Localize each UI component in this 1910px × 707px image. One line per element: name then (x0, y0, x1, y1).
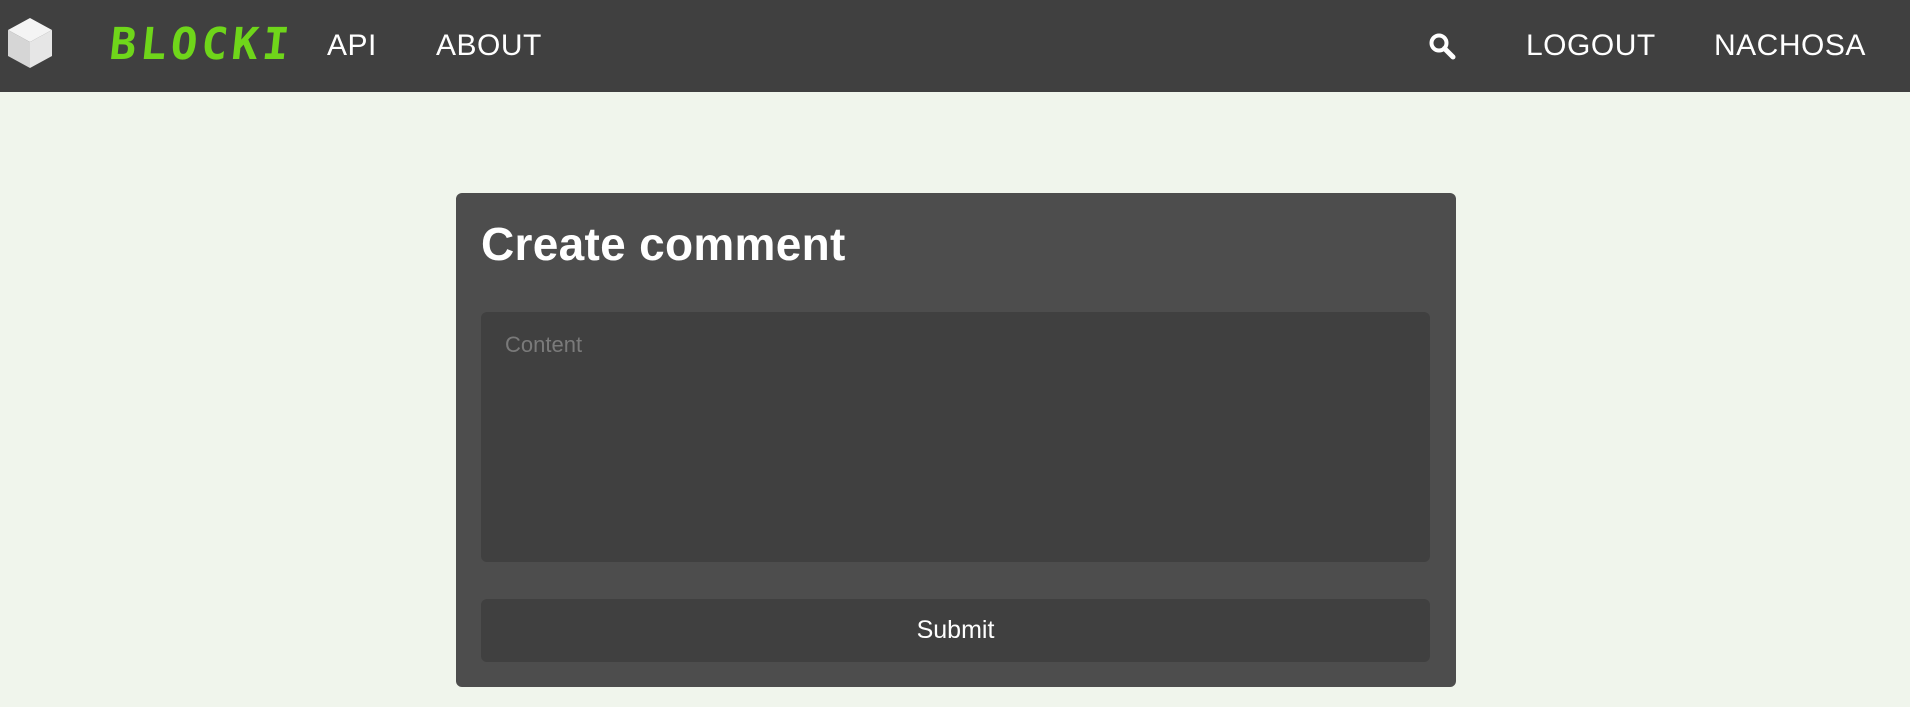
nav-link-logout[interactable]: LOGOUT (1526, 0, 1656, 92)
create-comment-card: Create comment Submit (456, 193, 1456, 687)
nav-link-api[interactable]: API (327, 0, 377, 92)
cube-icon[interactable] (6, 16, 54, 70)
search-icon[interactable] (1424, 28, 1460, 64)
nav-link-user[interactable]: NACHOSA (1714, 0, 1866, 92)
page-title: Create comment (481, 218, 846, 270)
brand-logo[interactable]: BLOCKI (107, 14, 296, 74)
submit-button[interactable]: Submit (481, 599, 1430, 662)
top-navbar: BLOCKI API ABOUT LOGOUT NACHOSA (0, 0, 1910, 92)
nav-link-about[interactable]: ABOUT (436, 0, 542, 92)
content-textarea[interactable] (481, 312, 1430, 562)
